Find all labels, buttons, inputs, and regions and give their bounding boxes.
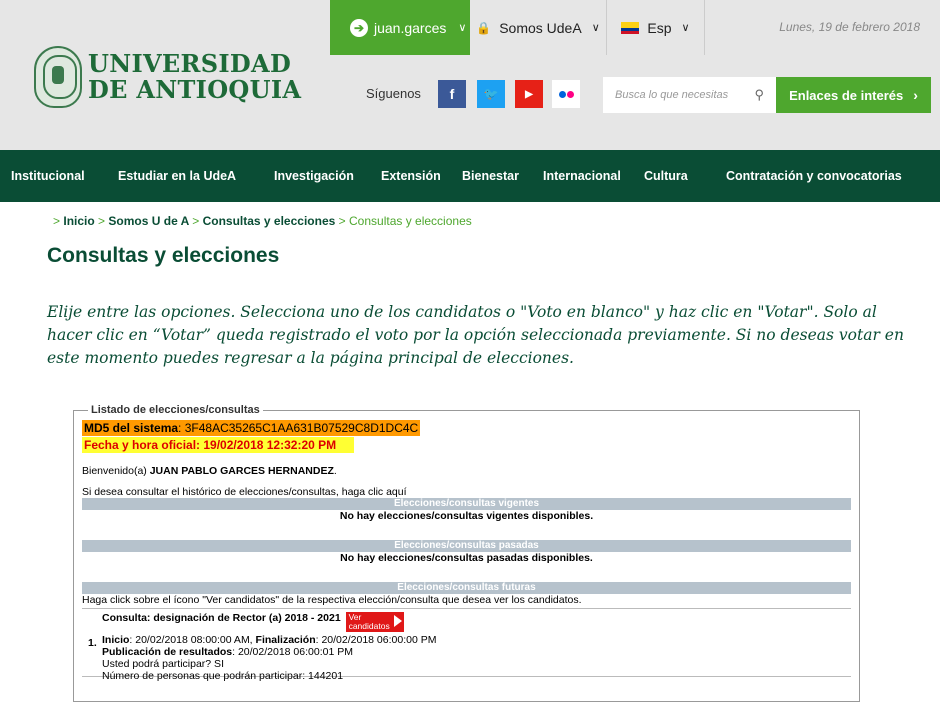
chevron-right-icon: › xyxy=(913,87,918,103)
language-selector[interactable]: Esp ∨ xyxy=(607,0,705,55)
chevron-down-icon: ∨ xyxy=(681,22,690,34)
chevron-down-icon: ∨ xyxy=(591,22,600,34)
current-date: Lunes, 19 de febrero 2018 xyxy=(779,20,920,34)
consulta-row: 1. Consulta: designación de Rector (a) 2… xyxy=(82,608,851,682)
breadcrumb-current: Consultas y elecciones xyxy=(349,214,472,228)
user-menu-button[interactable]: ➔ juan.garces ∨ xyxy=(330,0,470,55)
page-title: Consultas y elecciones xyxy=(47,244,280,267)
user-menu-label: juan.garces xyxy=(374,19,447,36)
md5-hash: MD5 del sistema: 3F48AC35265C1AA631B0752… xyxy=(82,420,421,436)
pasadas-section-header: Elecciones/consultas pasadas xyxy=(82,540,851,552)
elections-list-legend: Listado de elecciones/consultas xyxy=(91,404,260,416)
main-nav: Institucional Estudiar en la UdeA Invest… xyxy=(0,150,940,202)
vigentes-empty-message: No hay elecciones/consultas vigentes dis… xyxy=(339,510,594,522)
nav-item-institucional[interactable]: Institucional xyxy=(11,150,85,202)
nav-item-bienestar[interactable]: Bienestar xyxy=(462,150,519,202)
enlaces-de-interes-button[interactable]: Enlaces de interés › xyxy=(776,77,931,113)
consulta-number: 1. xyxy=(88,637,97,649)
breadcrumb: > Inicio > Somos U de A > Consultas y el… xyxy=(53,214,472,228)
futuras-section-header: Elecciones/consultas futuras xyxy=(82,582,851,594)
futuras-help-text: Haga click sobre el ícono "Ver candidato… xyxy=(82,594,582,606)
colombia-flag-icon xyxy=(621,21,640,34)
twitter-icon[interactable]: 🐦 xyxy=(477,80,505,108)
breadcrumb-inicio[interactable]: Inicio xyxy=(63,214,94,228)
breadcrumb-somos[interactable]: Somos U de A xyxy=(108,214,188,228)
historico-link[interactable]: Si desea consultar el histórico de elecc… xyxy=(82,486,851,498)
siguenos-label: Síguenos xyxy=(366,86,421,101)
consulta-title: Consulta: designación de Rector (a) 2018… xyxy=(102,612,341,624)
welcome-text: Bienvenido(a) JUAN PABLO GARCES HERNANDE… xyxy=(82,465,337,477)
consulta-participar: Usted podrá participar? SI xyxy=(102,658,224,670)
consulta-dates: Inicio: 20/02/2018 08:00:00 AM, Finaliza… xyxy=(102,634,437,646)
university-logo[interactable]: UNIVERSIDAD DE ANTIOQUIA xyxy=(34,46,301,108)
search-box: ⚲ xyxy=(603,77,776,113)
search-icon[interactable]: ⚲ xyxy=(754,87,764,103)
logo-line-2: DE ANTIOQUIA xyxy=(88,75,302,104)
ver-candidatos-button[interactable]: Ver candidatos xyxy=(345,612,404,632)
consulta-publicacion: Publicación de resultados: 20/02/2018 06… xyxy=(102,646,353,658)
chevron-down-icon: ∨ xyxy=(458,22,467,34)
site-header: UNIVERSIDAD DE ANTIOQUIA ➔ juan.garces ∨… xyxy=(0,0,940,150)
nav-item-cultura[interactable]: Cultura xyxy=(644,150,688,202)
breadcrumb-consultas[interactable]: Consultas y elecciones xyxy=(203,214,336,228)
user-full-name: JUAN PABLO GARCES HERNANDEZ xyxy=(149,465,334,477)
university-seal-icon xyxy=(34,46,82,108)
nav-item-contratacion[interactable]: Contratación y convocatorias xyxy=(726,150,902,202)
flickr-icon[interactable] xyxy=(552,80,580,108)
nav-item-extension[interactable]: Extensión xyxy=(381,150,441,202)
elections-list-fieldset: Listado de elecciones/consultas MD5 del … xyxy=(73,404,860,702)
nav-item-investigacion[interactable]: Investigación xyxy=(274,150,354,202)
intro-text: Elije entre las opciones. Selecciona uno… xyxy=(47,303,904,367)
pasadas-empty-message: No hay elecciones/consultas pasadas disp… xyxy=(340,552,593,564)
youtube-icon[interactable]: ▶ xyxy=(515,80,543,108)
somos-udea-menu[interactable]: 🔒 Somos UdeA ∨ xyxy=(470,0,607,55)
search-input[interactable] xyxy=(615,89,745,101)
consulta-personas: Número de personas que podrán participar… xyxy=(102,670,344,682)
vigentes-section-header: Elecciones/consultas vigentes xyxy=(82,498,851,510)
facebook-icon[interactable]: f xyxy=(438,80,466,108)
somos-udea-label: Somos UdeA xyxy=(499,19,582,36)
language-label: Esp xyxy=(647,19,672,36)
logo-line-1: UNIVERSIDAD xyxy=(88,49,292,78)
nav-item-estudiar[interactable]: Estudiar en la UdeA xyxy=(118,150,236,202)
enlaces-label: Enlaces de interés xyxy=(789,87,904,103)
login-arrow-icon: ➔ xyxy=(350,18,368,37)
official-datetime: Fecha y hora oficial: 19/02/2018 12:32:2… xyxy=(82,437,354,453)
nav-item-internacional[interactable]: Internacional xyxy=(543,150,621,202)
lock-icon: 🔒 xyxy=(476,20,492,35)
